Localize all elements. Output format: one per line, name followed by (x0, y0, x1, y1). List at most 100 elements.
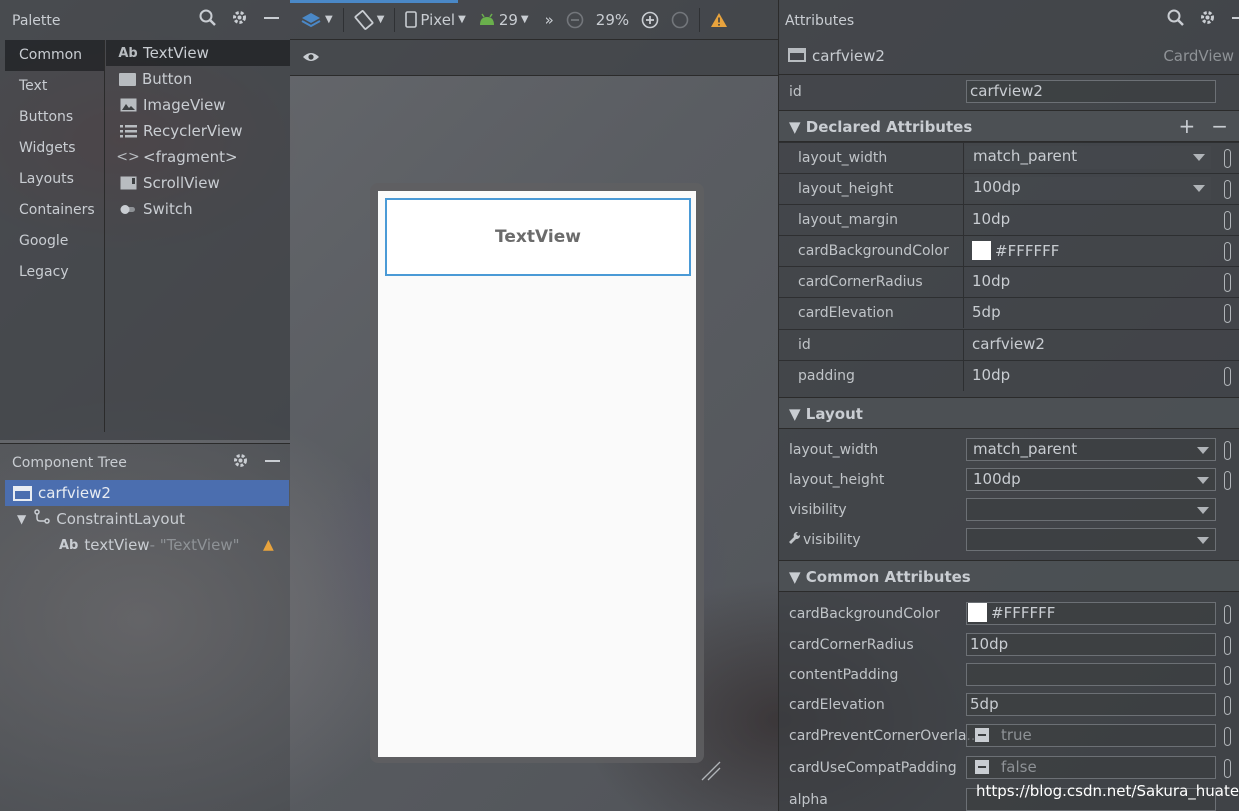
common-row-card-elevation: cardElevation 5dp (779, 690, 1239, 720)
resource-picker-icon[interactable] (1224, 242, 1231, 261)
resource-picker-icon[interactable] (1224, 696, 1231, 715)
attr-value: 10dp (970, 635, 1009, 653)
palette-category-widgets[interactable]: Widgets (5, 133, 104, 164)
resource-picker-icon[interactable] (1224, 666, 1231, 685)
tree-node-carfview2[interactable]: carfview2 (5, 480, 289, 506)
orientation-dropdown[interactable]: ▼ (348, 6, 391, 34)
minimize-icon[interactable] (1230, 8, 1239, 26)
resource-picker-icon[interactable] (1224, 605, 1231, 624)
add-attribute-icon[interactable]: + (1178, 114, 1195, 138)
section-common-attributes[interactable]: ▼ Common Attributes (779, 560, 1239, 592)
resource-picker-icon[interactable] (1224, 471, 1231, 490)
warning-icon[interactable]: ▲ (263, 537, 274, 553)
color-swatch[interactable] (968, 603, 987, 622)
card-background-color-value[interactable]: #FFFFFF (972, 241, 1059, 260)
resource-picker-icon[interactable] (1224, 759, 1231, 778)
palette-item-button[interactable]: Button (106, 66, 290, 92)
palette-item-scrollview[interactable]: ScrollView (106, 170, 290, 196)
remove-attribute-icon[interactable]: − (1211, 114, 1228, 138)
card-use-compat-padding-checkbox[interactable]: false (966, 756, 1216, 779)
attr-label: layout_width (789, 442, 879, 458)
device-dropdown[interactable]: Pixel ▼ (399, 6, 471, 34)
declared-row-layout-width: layout_width match_parent (779, 142, 1239, 173)
textview-preview[interactable]: TextView (495, 227, 581, 247)
search-icon[interactable] (198, 8, 216, 26)
content-padding-input[interactable] (966, 663, 1216, 686)
tree-node-textview[interactable]: Ab textView - "TextView" ▲ (5, 532, 289, 558)
resource-picker-icon[interactable] (1224, 636, 1231, 655)
tools-visibility-dropdown[interactable] (966, 528, 1216, 551)
checkbox-indeterminate[interactable] (975, 728, 989, 742)
common-row-card-background-color: cardBackgroundColor #FFFFFF (779, 599, 1239, 629)
palette-category-common[interactable]: Common (5, 40, 104, 71)
gear-icon[interactable] (231, 451, 249, 469)
id-input[interactable]: carfview2 (966, 80, 1216, 103)
palette-item-switch[interactable]: Switch (106, 196, 290, 222)
color-swatch[interactable] (972, 241, 991, 260)
gear-icon[interactable] (230, 8, 248, 26)
cardview-preview[interactable]: TextView (385, 198, 691, 276)
resource-picker-icon[interactable] (1224, 180, 1231, 199)
zoom-in-icon[interactable] (635, 6, 665, 34)
resource-picker-icon[interactable] (1224, 367, 1231, 386)
component-tree-panel: Component Tree carfview2 ▼ ConstraintLay… (0, 443, 290, 811)
more-toolbar-button[interactable]: » (539, 6, 560, 34)
card-elevation-value[interactable]: 5dp (972, 303, 1001, 321)
palette-category-buttons[interactable]: Buttons (5, 102, 104, 133)
palette-item-recyclerview[interactable]: RecyclerView (106, 118, 290, 144)
layout-height-dropdown[interactable]: 100dp (966, 468, 1216, 491)
layout-width-dropdown[interactable]: match_parent (965, 146, 1211, 169)
palette-item-label: Switch (143, 200, 193, 218)
resize-handle-icon[interactable] (700, 760, 722, 782)
palette-category-containers[interactable]: Containers (5, 195, 104, 226)
resource-picker-icon[interactable] (1224, 441, 1231, 460)
layout-width-dropdown[interactable]: match_parent (966, 438, 1216, 461)
api-level-dropdown[interactable]: 29 ▼ (472, 6, 535, 34)
attr-label: visibility (789, 502, 847, 518)
palette-item-textview[interactable]: Ab TextView (106, 40, 290, 66)
section-layout[interactable]: ▼ Layout (779, 397, 1239, 429)
expand-triangle-icon[interactable]: ▼ (17, 512, 26, 526)
search-icon[interactable] (1166, 8, 1184, 26)
gear-icon[interactable] (1198, 8, 1216, 26)
card-background-color-input[interactable]: #FFFFFF (966, 602, 1216, 625)
palette-category-legacy[interactable]: Legacy (5, 257, 104, 288)
tree-node-label: textView (84, 536, 150, 554)
layers-dropdown[interactable]: ▼ (294, 6, 339, 34)
visibility-dropdown[interactable] (966, 498, 1216, 521)
declared-row-padding: padding 10dp (779, 360, 1239, 391)
palette-category-layouts[interactable]: Layouts (5, 164, 104, 195)
attributes-title: Attributes (785, 13, 855, 29)
zoom-fit-icon[interactable] (665, 6, 695, 34)
attr-label: cardBackgroundColor (798, 243, 949, 259)
palette-item-imageview[interactable]: ImageView (106, 92, 290, 118)
card-corner-radius-value[interactable]: 10dp (972, 272, 1010, 290)
checkbox-indeterminate[interactable] (975, 760, 989, 774)
palette-category-google[interactable]: Google (5, 226, 104, 257)
card-corner-radius-input[interactable]: 10dp (966, 633, 1216, 656)
common-row-content-padding: contentPadding (779, 660, 1239, 690)
zoom-out-icon[interactable] (560, 6, 590, 34)
tree-node-suffix: - "TextView" (149, 536, 240, 554)
card-prevent-corner-overlap-checkbox[interactable]: true (966, 724, 1216, 747)
minimize-icon[interactable] (262, 8, 280, 26)
watermark-text: https://blog.csdn.net/Sakura_huatex (976, 782, 1239, 800)
scroll-icon (119, 176, 137, 190)
card-elevation-input[interactable]: 5dp (966, 693, 1216, 716)
section-declared-attributes[interactable]: ▼ Declared Attributes + − (779, 110, 1239, 142)
resource-picker-icon[interactable] (1224, 727, 1231, 746)
padding-value[interactable]: 10dp (972, 366, 1010, 384)
id-value[interactable]: carfview2 (972, 335, 1045, 353)
palette-item-fragment[interactable]: <> <fragment> (106, 144, 290, 170)
layout-margin-value[interactable]: 10dp (972, 210, 1010, 228)
resource-picker-icon[interactable] (1224, 304, 1231, 323)
resource-picker-icon[interactable] (1224, 211, 1231, 230)
layout-height-dropdown[interactable]: 100dp (965, 177, 1211, 200)
warning-icon[interactable] (704, 6, 734, 34)
eye-icon[interactable] (302, 50, 320, 68)
palette-category-text[interactable]: Text (5, 71, 104, 102)
tree-node-constraintlayout[interactable]: ▼ ConstraintLayout (5, 506, 289, 532)
minimize-icon[interactable] (263, 451, 281, 469)
resource-picker-icon[interactable] (1224, 273, 1231, 292)
resource-picker-icon[interactable] (1224, 149, 1231, 168)
